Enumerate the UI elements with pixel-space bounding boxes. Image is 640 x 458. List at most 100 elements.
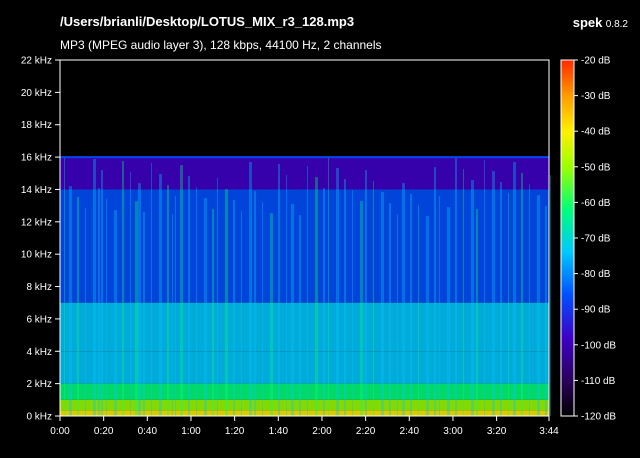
spectrum-streak xyxy=(365,170,367,416)
spectrum-streak xyxy=(500,182,502,416)
spectrum-streak xyxy=(529,184,530,416)
spectrum-band xyxy=(60,410,549,416)
spectrum-streak xyxy=(188,176,190,416)
spectrum-streak xyxy=(167,185,169,416)
spectrum-streak xyxy=(196,187,197,416)
spectrum-streak xyxy=(233,200,235,416)
db-tick-label: -60 dB xyxy=(581,198,611,209)
frequency-axis: 0 kHz 2 kHz 4 kHz 6 kHz 8 kHz 10 kHz 12 kHz 14 … xyxy=(21,56,60,423)
spectrum-streak xyxy=(172,214,173,416)
freq-tick-label: 12 kHz xyxy=(21,217,52,228)
spectrum-streak xyxy=(492,171,495,416)
spectrum-streak xyxy=(508,193,509,416)
spectrum-streak xyxy=(217,178,218,416)
spectrum-streak xyxy=(447,207,450,416)
spectrum-band xyxy=(60,351,549,384)
time-tick-label: 3:00 xyxy=(443,426,463,437)
time-tick-label: 0:20 xyxy=(94,426,114,437)
spectrum-streak xyxy=(175,196,176,416)
spectrum-streak xyxy=(69,186,72,416)
spectrum-streak xyxy=(397,214,398,416)
time-tick-label: 2:40 xyxy=(400,426,420,437)
freq-tick-label: 8 kHz xyxy=(26,282,52,293)
db-tick-label: -110 dB xyxy=(581,376,616,387)
spectrum-band xyxy=(60,302,549,352)
spectrum-streak xyxy=(114,210,117,416)
freq-tick-label: 2 kHz xyxy=(26,379,52,390)
time-tick-label: 0:40 xyxy=(138,426,158,437)
spectrum-streak xyxy=(402,183,405,416)
spectrum-streak xyxy=(328,157,329,416)
spectrum-streak xyxy=(418,205,419,416)
spectrum-streak xyxy=(212,209,214,416)
spectrum-streak xyxy=(455,158,457,416)
freq-tick-label: 18 kHz xyxy=(21,120,52,131)
spectrum-streak xyxy=(159,174,162,416)
spectrum-streak xyxy=(513,162,516,416)
freq-tick-label: 6 kHz xyxy=(26,314,52,325)
db-tick-label: -30 dB xyxy=(581,91,611,102)
freq-tick-label: 0 kHz xyxy=(26,412,52,423)
spectrum-streak xyxy=(204,198,207,416)
spectrum-streak xyxy=(537,195,540,416)
spectrum-streak xyxy=(98,188,100,416)
spectrum-streak xyxy=(135,201,138,416)
spectrum-streak xyxy=(254,191,256,416)
spectrum-streak xyxy=(77,197,79,416)
spectrum-streak xyxy=(262,202,263,416)
spectrum-streak xyxy=(426,216,429,416)
spectrum-streak xyxy=(439,196,440,416)
time-tick-label: 3:44 xyxy=(539,426,559,437)
time-tick-label: 1:00 xyxy=(181,426,201,437)
spectrum-band xyxy=(60,238,549,303)
db-tick-label: -100 dB xyxy=(581,340,616,351)
spectrum-streak xyxy=(521,173,523,416)
freq-tick-label: 14 kHz xyxy=(21,185,52,196)
freq-tick-label: 20 kHz xyxy=(21,88,52,99)
spectrum-streak xyxy=(336,168,339,416)
spectrogram-view: 0 kHz 2 kHz 4 kHz 6 kHz 8 kHz 10 kHz 12 kHz 14 … xyxy=(21,56,616,438)
spectrum-streak xyxy=(471,180,474,416)
time-tick-label: 2:00 xyxy=(312,426,332,437)
spectrum-streak xyxy=(270,213,273,416)
spectrum-streak xyxy=(315,177,318,416)
spectrum-band xyxy=(60,157,549,190)
db-scale-axis: -20 dB -30 dB -40 dB -50 dB -60 dB -70 dB -80 … xyxy=(574,56,616,423)
db-tick-label: -90 dB xyxy=(581,305,611,316)
spectrum-streak xyxy=(484,160,485,416)
spectrum-streak xyxy=(344,179,346,416)
spectrum-streak xyxy=(122,161,124,416)
spectrum-streak xyxy=(410,194,412,416)
freq-tick-label: 22 kHz xyxy=(21,56,52,67)
spectrum-streak xyxy=(286,175,287,416)
time-tick-label: 1:40 xyxy=(269,426,289,437)
spectrum-streak xyxy=(138,183,141,416)
spectrum-streak xyxy=(93,159,96,416)
db-tick-label: -40 dB xyxy=(581,127,611,138)
db-tick-label: -50 dB xyxy=(581,162,611,173)
spectrum-streak xyxy=(373,181,374,416)
time-tick-label: 2:20 xyxy=(356,426,376,437)
spectrum-streak xyxy=(143,212,145,416)
freq-tick-label: 4 kHz xyxy=(26,347,52,358)
spectrum-streak xyxy=(241,211,242,416)
spectrum-streak xyxy=(463,169,464,416)
freq-tick-label: 10 kHz xyxy=(21,250,52,261)
spectrum-streak xyxy=(225,189,228,416)
spectrum-streak xyxy=(249,162,252,416)
time-axis: 0:00 0:20 0:40 1:00 1:20 1:40 2:00 2:20 2:40 3:00… xyxy=(50,416,559,437)
db-color-bar xyxy=(561,60,574,416)
spectrum-streak xyxy=(291,204,294,416)
spectrum-streak xyxy=(106,199,107,416)
spectrum-streak xyxy=(360,201,363,416)
spectrum-streak xyxy=(278,164,280,416)
spectrum-streak xyxy=(307,166,308,416)
spectrum-streak xyxy=(85,208,86,416)
spectrum-streak xyxy=(550,175,551,416)
time-tick-label: 1:20 xyxy=(225,426,245,437)
spectrum-streak xyxy=(434,167,436,416)
spectrum-streak xyxy=(299,215,301,416)
spectrum-streak xyxy=(381,192,384,416)
freq-tick-label: 16 kHz xyxy=(21,153,52,164)
db-tick-label: -20 dB xyxy=(581,56,611,67)
